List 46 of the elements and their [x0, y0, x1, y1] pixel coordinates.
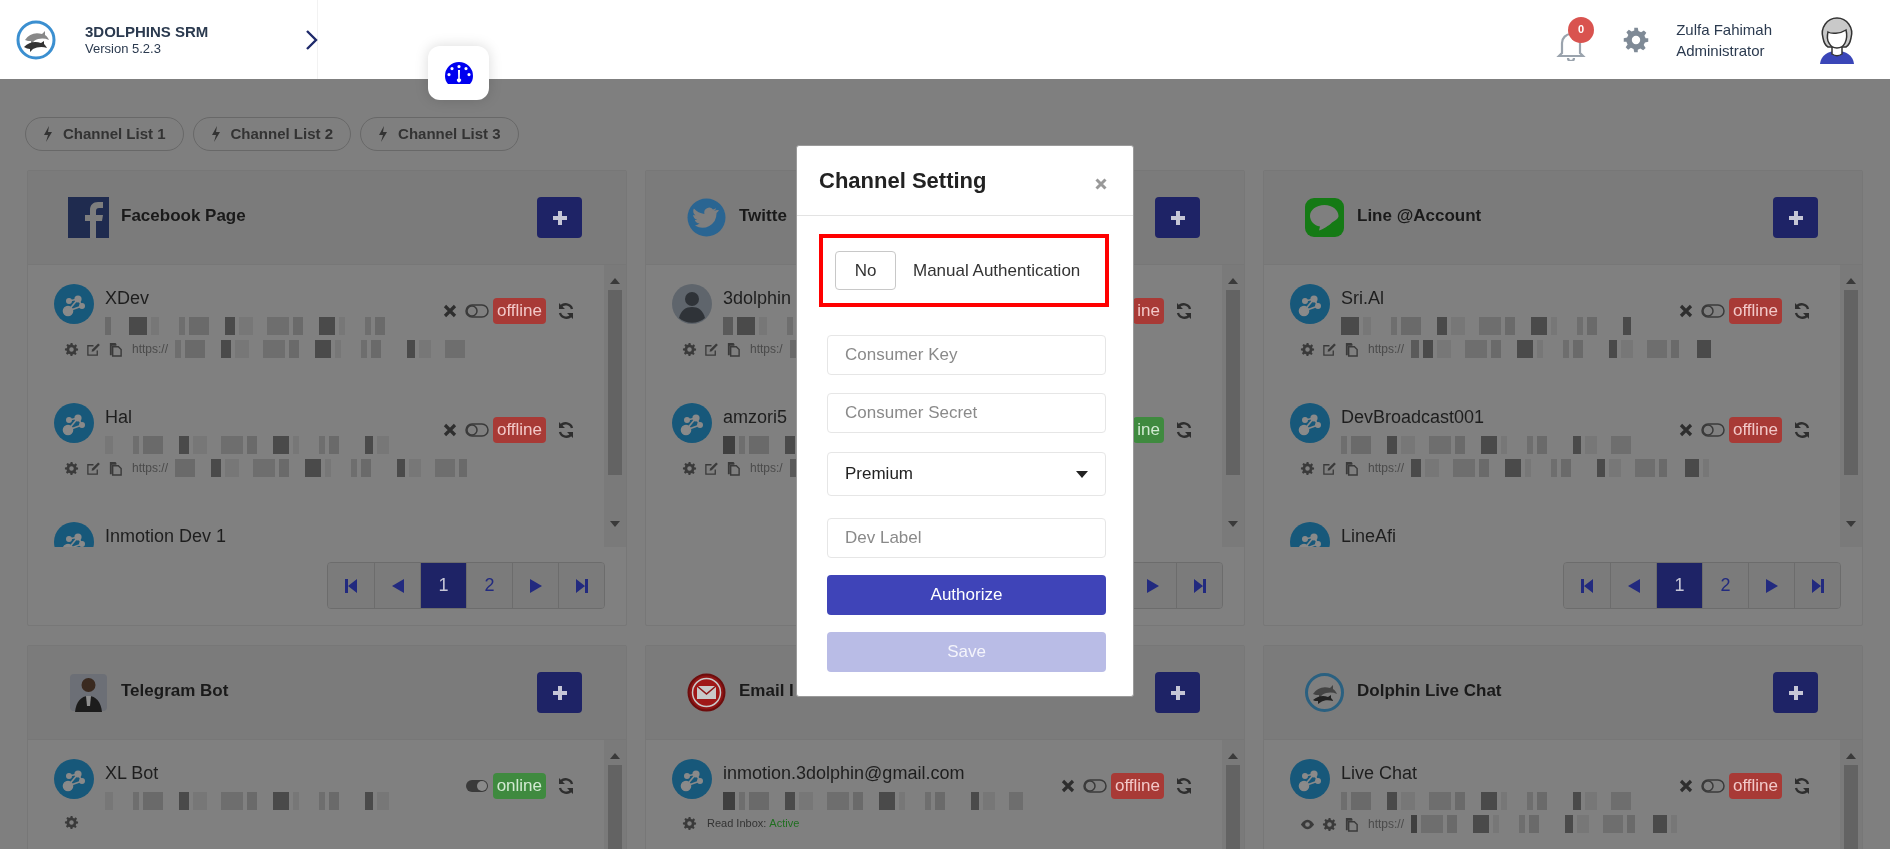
status-badge: offline	[1728, 298, 1782, 324]
channel-name: Sri.Al	[1341, 287, 1384, 309]
status-badge: offline	[1110, 773, 1164, 799]
card-title: Line @Account	[1357, 205, 1482, 227]
status-badge: offline	[1728, 417, 1782, 443]
channel-name: 3dolphin	[723, 287, 792, 309]
channel-name: Hal	[105, 406, 132, 428]
modal-button[interactable]: Authorize	[827, 575, 1106, 615]
notifications-button[interactable]: 0	[1556, 16, 1597, 63]
channel-name: Live Chat	[1341, 762, 1418, 784]
read-inbox-label: Read Inbox:	[707, 816, 767, 831]
card-title: Twitte	[739, 205, 787, 227]
toggle-button[interactable]: No	[835, 251, 896, 290]
status-badge: offline	[492, 298, 546, 324]
page-button[interactable]: 2	[1702, 563, 1748, 608]
channel-name: XL Bot	[105, 762, 159, 784]
channel-name: Inmotion Dev 1	[105, 525, 227, 547]
input-field[interactable]: Dev Label	[827, 518, 1106, 558]
notification-badge: 0	[1568, 16, 1595, 43]
app-version: Version 5.2.3	[85, 41, 162, 57]
user-role: Administrator	[1676, 40, 1766, 61]
status-badge: ine	[1133, 417, 1164, 443]
modal-title: Channel Setting	[819, 167, 987, 195]
status-badge: offline	[1728, 773, 1782, 799]
page-button[interactable]: 2	[466, 563, 512, 608]
input-field[interactable]: Consumer Key	[827, 335, 1106, 375]
card-title: Dolphin Live Chat	[1357, 680, 1502, 702]
plan-select[interactable]: Premium	[827, 452, 1106, 496]
manual-authentication-label: Manual Authentication	[913, 259, 1081, 282]
channel-name: DevBroadcast001	[1341, 406, 1485, 428]
user-name: Zulfa Fahimah	[1676, 19, 1772, 40]
page-button[interactable]: 1	[1656, 563, 1702, 608]
status-badge: online	[492, 773, 546, 799]
card-title: Facebook Page	[121, 205, 246, 227]
read-inbox-status: Active	[769, 816, 800, 831]
channel-name: LineAfi	[1341, 525, 1397, 547]
channel-name: inmotion.3dolphin@gmail.com	[723, 762, 965, 784]
channel-name: XDev	[105, 287, 149, 309]
page-button[interactable]: 1	[420, 563, 466, 608]
status-badge: ine	[1133, 298, 1164, 324]
app-name: 3DOLPHINS SRM	[85, 22, 209, 41]
channel-name: amzori5	[723, 406, 788, 428]
input-field[interactable]: Consumer Secret	[827, 393, 1106, 433]
status-badge: offline	[492, 417, 546, 443]
card-title: Telegram Bot	[121, 680, 229, 702]
card-title: Email I	[739, 680, 794, 702]
